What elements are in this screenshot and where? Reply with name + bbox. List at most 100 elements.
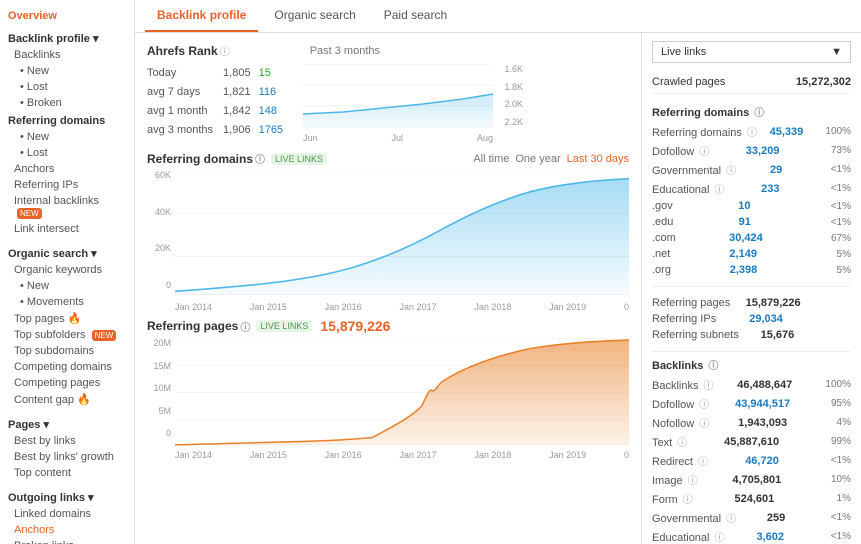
dropdown-chevron-icon: ▼ bbox=[831, 46, 842, 58]
sidebar-item-anchors[interactable]: Anchors bbox=[0, 161, 134, 177]
stat-value: 1,943,093 bbox=[738, 417, 787, 429]
stat-row: Referring domains ⓘ 45,339 100% bbox=[652, 122, 851, 141]
time-filter-30d[interactable]: Last 30 days bbox=[567, 153, 629, 165]
info-icon[interactable]: ⓘ bbox=[715, 185, 725, 196]
sidebar-item-top-content[interactable]: Top content bbox=[0, 465, 134, 481]
period-label: Past 3 months bbox=[310, 45, 380, 57]
stat-pct: 1% bbox=[816, 493, 851, 504]
sidebar-item-competing-pages[interactable]: Competing pages bbox=[0, 375, 134, 391]
stat-row: Governmental ⓘ 29 <1% bbox=[652, 160, 851, 179]
stat-row: Backlinks ⓘ 46,488,647 100% bbox=[652, 375, 851, 394]
sidebar-item-lost-backlinks[interactable]: • Lost bbox=[0, 79, 134, 95]
y-label: 20K bbox=[147, 243, 171, 253]
stat-value: 3,602 bbox=[757, 531, 785, 543]
sidebar-item-new-backlinks[interactable]: • New bbox=[0, 63, 134, 79]
stat-label: .org bbox=[652, 264, 671, 276]
sidebar-item-referring-ips[interactable]: Referring IPs bbox=[0, 177, 134, 193]
tab-backlink-profile[interactable]: Backlink profile bbox=[145, 0, 258, 32]
referring-pages-live-badge: LIVE LINKS bbox=[256, 320, 312, 332]
stat-pct: <1% bbox=[816, 512, 851, 523]
sidebar-section-pages[interactable]: Pages ▾ bbox=[0, 414, 134, 433]
stat-label: .gov bbox=[652, 200, 673, 212]
ahrefs-rank-section: Ahrefs Rank ⓘ Past 3 months Today 1,805 … bbox=[147, 43, 629, 139]
referring-domains-info-icon[interactable]: ⓘ bbox=[255, 151, 265, 166]
stat-row: Redirect ⓘ 46,720 <1% bbox=[652, 451, 851, 470]
sidebar-item-backlinks[interactable]: Backlinks bbox=[0, 47, 134, 63]
info-icon[interactable]: ⓘ bbox=[699, 147, 709, 158]
info-icon[interactable]: ⓘ bbox=[688, 476, 698, 487]
info-icon[interactable]: ⓘ bbox=[677, 438, 687, 449]
info-icon[interactable]: ⓘ bbox=[699, 400, 709, 411]
sidebar-item-link-intersect[interactable]: Link intersect bbox=[0, 221, 134, 237]
rank-row-label: avg 3 months bbox=[147, 120, 223, 139]
y-label: 2.0K bbox=[495, 99, 523, 109]
stat-label: .com bbox=[652, 232, 676, 244]
sidebar-item-best-by-links-growth[interactable]: Best by links' growth bbox=[0, 449, 134, 465]
sidebar-item-best-by-links[interactable]: Best by links bbox=[0, 433, 134, 449]
info-icon[interactable]: ⓘ bbox=[747, 128, 757, 139]
stat-pct: <1% bbox=[816, 217, 851, 228]
sidebar-item-top-subfolders[interactable]: Top subfolders NEW bbox=[0, 327, 134, 343]
stat-pct: 100% bbox=[816, 379, 851, 390]
sidebar-item-movements[interactable]: • Movements bbox=[0, 294, 134, 310]
referring-domains-section: Referring domains ⓘ LIVE LINKS All time … bbox=[147, 151, 629, 312]
sidebar-item-competing-domains[interactable]: Competing domains bbox=[0, 359, 134, 375]
sidebar-section-organic-search[interactable]: Organic search ▾ bbox=[0, 243, 134, 262]
sidebar-item-lost-referring[interactable]: • Lost bbox=[0, 145, 134, 161]
sidebar-item-new-organic[interactable]: • New bbox=[0, 278, 134, 294]
stat-row: Referring pages 15,879,226 bbox=[652, 295, 851, 311]
rank-row-change: 15 bbox=[259, 64, 283, 83]
sidebar-item-organic-keywords[interactable]: Organic keywords bbox=[0, 262, 134, 278]
info-icon[interactable]: ⓘ bbox=[754, 108, 764, 119]
ahrefs-rank-info-icon[interactable]: ⓘ bbox=[220, 43, 230, 58]
info-icon[interactable]: ⓘ bbox=[698, 457, 708, 468]
y-label: 1.8K bbox=[495, 82, 523, 92]
stat-pct: 5% bbox=[816, 249, 851, 260]
sidebar-item-anchors-outgoing[interactable]: Anchors bbox=[0, 522, 134, 538]
stat-value: 46,720 bbox=[745, 455, 779, 467]
referring-pages-info-icon[interactable]: ⓘ bbox=[240, 319, 250, 334]
time-filter-all[interactable]: All time bbox=[473, 153, 509, 165]
table-row: Today 1,805 15 bbox=[147, 64, 283, 83]
info-icon[interactable]: ⓘ bbox=[704, 381, 714, 392]
stat-label: Referring subnets bbox=[652, 329, 739, 341]
ahrefs-rank-chart bbox=[303, 64, 493, 129]
info-icon[interactable]: ⓘ bbox=[726, 514, 736, 525]
info-icon[interactable]: ⓘ bbox=[715, 533, 725, 544]
live-links-dropdown[interactable]: Live links ▼ bbox=[652, 41, 851, 63]
stat-label: Referring pages bbox=[652, 297, 730, 309]
stat-value: 2,398 bbox=[730, 264, 758, 276]
sidebar-overview[interactable]: Overview bbox=[0, 8, 134, 28]
referring-domains-title: Referring domains bbox=[147, 152, 253, 166]
sidebar-item-top-pages[interactable]: Top pages 🔥 bbox=[0, 310, 134, 327]
time-filter-1y[interactable]: One year bbox=[515, 153, 560, 165]
rank-row-value: 1,906 bbox=[223, 120, 259, 139]
table-row: avg 1 month 1,842 148 bbox=[147, 102, 283, 121]
sidebar-item-top-subdomains[interactable]: Top subdomains bbox=[0, 343, 134, 359]
sidebar-item-linked-domains[interactable]: Linked domains bbox=[0, 506, 134, 522]
sidebar-item-broken-backlinks[interactable]: • Broken bbox=[0, 95, 134, 111]
sidebar-item-broken-links[interactable]: Broken links bbox=[0, 538, 134, 544]
tab-organic-search[interactable]: Organic search bbox=[262, 0, 367, 32]
sidebar-item-content-gap[interactable]: Content gap 🔥 bbox=[0, 391, 134, 408]
sidebar-section-backlink-profile[interactable]: Backlink profile ▾ bbox=[0, 28, 134, 47]
sidebar-section-outgoing-links[interactable]: Outgoing links ▾ bbox=[0, 487, 134, 506]
live-links-badge: LIVE LINKS bbox=[271, 153, 327, 165]
crawled-pages-row: Crawled pages 15,272,302 bbox=[652, 73, 851, 94]
stat-row: Dofollow ⓘ 33,209 73% bbox=[652, 141, 851, 160]
info-icon[interactable]: ⓘ bbox=[683, 495, 693, 506]
sidebar-item-new-referring[interactable]: • New bbox=[0, 129, 134, 145]
content-area: Ahrefs Rank ⓘ Past 3 months Today 1,805 … bbox=[135, 33, 861, 544]
stat-row: .gov 10 <1% bbox=[652, 198, 851, 214]
info-icon[interactable]: ⓘ bbox=[726, 166, 736, 177]
info-icon[interactable]: ⓘ bbox=[708, 361, 718, 372]
stat-label: Form ⓘ bbox=[652, 491, 693, 506]
info-icon[interactable]: ⓘ bbox=[699, 419, 709, 430]
sidebar-item-internal-backlinks[interactable]: Internal backlinks NEW bbox=[0, 193, 134, 221]
stat-pct: 10% bbox=[816, 474, 851, 485]
tab-paid-search[interactable]: Paid search bbox=[372, 0, 459, 32]
sidebar-section-referring-domains[interactable]: Referring domains bbox=[0, 111, 134, 129]
stat-row: .com 30,424 67% bbox=[652, 230, 851, 246]
stat-value: 46,488,647 bbox=[737, 379, 792, 391]
x-label: 0 bbox=[624, 302, 629, 312]
